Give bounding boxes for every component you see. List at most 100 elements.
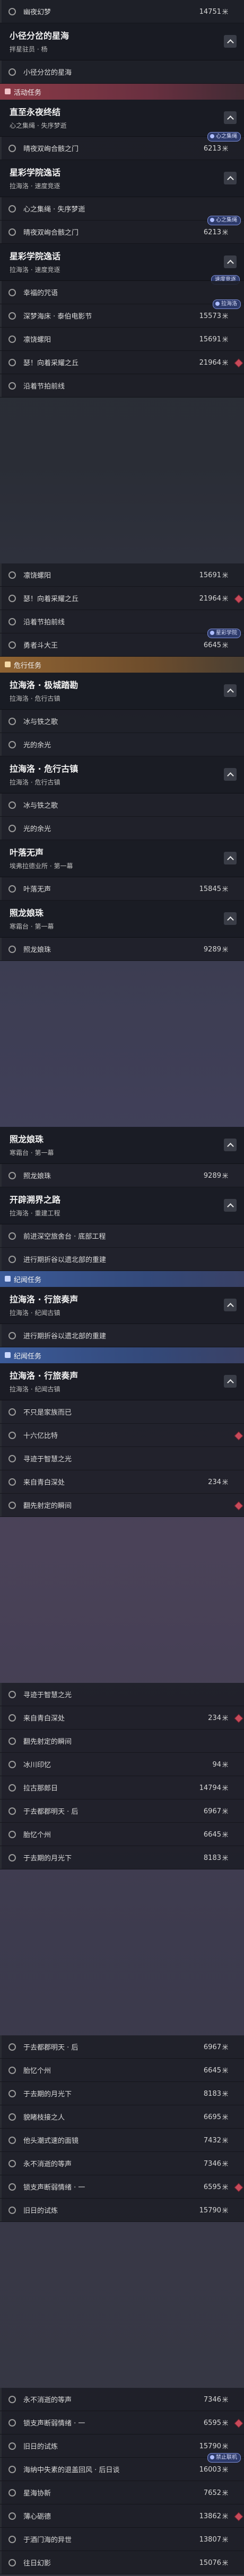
track-circle-icon[interactable]	[8, 824, 16, 832]
quest-entry[interactable]: 貌睹枝接之人 6695 米	[0, 2105, 244, 2129]
track-circle-icon[interactable]	[8, 228, 16, 236]
chevron-up-icon[interactable]	[224, 852, 237, 864]
quest-group-header[interactable]: 拉海洛 · 行旅奏声 拉海洛 · 纪闻古镇	[0, 1363, 244, 1400]
quest-entry[interactable]: 来自青白深处 234 米	[0, 1706, 244, 1730]
quest-entry[interactable]: 心之集绳 · 失序梦逝	[0, 197, 244, 220]
chevron-up-icon[interactable]	[224, 768, 237, 781]
quest-category-header[interactable]: 纪闻任务	[0, 1347, 244, 1363]
track-circle-icon[interactable]	[8, 801, 16, 809]
quest-entry[interactable]: 于去期的月光下 8183 米	[0, 1846, 244, 1869]
chevron-up-icon[interactable]	[224, 111, 237, 124]
quest-entry[interactable]: 薄心砺德 13862 米	[0, 2504, 244, 2528]
quest-entry[interactable]: 翻先射定的瞬间	[0, 1730, 244, 1753]
quest-entry[interactable]: 光的余光	[0, 733, 244, 756]
quest-entry[interactable]: 前进深空旅舍台 · 底部工程	[0, 1224, 244, 1248]
track-circle-icon[interactable]	[8, 1232, 16, 1240]
quest-group-header[interactable]: 拉海洛 · 危行古镇 拉海洛 · 危行古镇	[0, 756, 244, 793]
track-circle-icon[interactable]	[8, 945, 16, 953]
quest-entry[interactable]: 锁支声断弱情绪 · 一 6595 米	[0, 2175, 244, 2199]
track-circle-icon[interactable]	[8, 1760, 16, 1768]
track-circle-icon[interactable]	[8, 717, 16, 725]
track-circle-icon[interactable]	[8, 1454, 16, 1462]
quest-entry[interactable]: 沿着节拍前线	[0, 374, 244, 398]
track-circle-icon[interactable]	[8, 641, 16, 649]
track-circle-icon[interactable]	[8, 594, 16, 602]
track-circle-icon[interactable]	[8, 335, 16, 343]
quest-entry[interactable]: 旧日的试炼 15790 米	[0, 2434, 244, 2458]
track-circle-icon[interactable]	[8, 1255, 16, 1263]
quest-entry[interactable]: 晴夜双峋合骸之门 6213 米 心之集绳	[0, 132, 244, 160]
quest-entry[interactable]: 不只是家族而已	[0, 1400, 244, 1424]
track-circle-icon[interactable]	[8, 1807, 16, 1815]
track-circle-icon[interactable]	[8, 2183, 16, 2191]
track-circle-icon[interactable]	[8, 2395, 16, 2403]
quest-group-header[interactable]: 照龙娘珠 寒霜台 · 第一幕	[0, 901, 244, 938]
chevron-up-icon[interactable]	[224, 1375, 237, 1388]
chevron-up-icon[interactable]	[224, 172, 237, 184]
quest-entry[interactable]: 往日幻影 15076 米	[0, 2551, 244, 2574]
quest-entry[interactable]: 照龙娘珠 9289 米	[0, 938, 244, 961]
track-circle-icon[interactable]	[8, 2442, 16, 2450]
track-circle-icon[interactable]	[8, 1431, 16, 1439]
track-circle-icon[interactable]	[8, 1501, 16, 1509]
quest-entry[interactable]: 深梦海床 · 泰伯电影节 15573 米 拉海洛	[0, 299, 244, 328]
track-circle-icon[interactable]	[8, 205, 16, 213]
quest-group-header[interactable]: 星彩学院逸话 拉海洛 · 速度竞逐 速度竞逐	[0, 244, 244, 285]
quest-group-header[interactable]: 照龙娘珠 寒霜台 · 第一幕	[0, 1127, 244, 1164]
track-circle-icon[interactable]	[8, 740, 16, 748]
track-circle-icon[interactable]	[8, 2465, 16, 2473]
quest-entry[interactable]: 照龙娘珠 9289 米	[0, 1164, 244, 1187]
quest-group-header[interactable]: 拉海洛 · 行旅奏声 拉海洛 · 纪闻古镇	[0, 1287, 244, 1324]
track-circle-icon[interactable]	[8, 2419, 16, 2427]
chevron-up-icon[interactable]	[224, 35, 237, 48]
track-circle-icon[interactable]	[8, 2535, 16, 2543]
track-circle-icon[interactable]	[8, 2512, 16, 2520]
quest-entry[interactable]: 勇者斗大王 6645 米 星彩学院	[0, 629, 244, 657]
track-circle-icon[interactable]	[8, 617, 16, 625]
quest-group-header[interactable]: 开辟溯界之路 拉海洛 · 重建工程	[0, 1187, 244, 1224]
quest-entry[interactable]: 胎忆个州 6645 米	[0, 2059, 244, 2082]
quest-entry[interactable]: 瑟！向着采耀之丘 21964 米	[0, 587, 244, 610]
quest-entry[interactable]: 旧日的试炼 15790 米	[0, 2199, 244, 2222]
chevron-up-icon[interactable]	[224, 1199, 237, 1212]
track-circle-icon[interactable]	[8, 1171, 16, 1179]
quest-entry[interactable]: 进行期折谷以遗北部的重建	[0, 1248, 244, 1271]
quest-category-header[interactable]: 危行任务	[0, 657, 244, 673]
quest-entry[interactable]: 寻迹于智慧之光	[0, 1447, 244, 1470]
quest-entry[interactable]: 海纳中失素的退盖回风 · 后日谈 16003 米 禁止联机	[0, 2453, 244, 2481]
quest-entry[interactable]: 光的余光	[0, 817, 244, 840]
track-circle-icon[interactable]	[8, 1854, 16, 1862]
track-circle-icon[interactable]	[8, 1331, 16, 1339]
chevron-up-icon[interactable]	[224, 684, 237, 697]
quest-entry[interactable]: 于酒门海的异世 13807 米	[0, 2528, 244, 2551]
track-circle-icon[interactable]	[8, 1714, 16, 1722]
quest-entry[interactable]: 叶落无声 15845 米	[0, 877, 244, 901]
quest-entry[interactable]: 小径分岔的星海	[0, 60, 244, 84]
track-circle-icon[interactable]	[8, 312, 16, 320]
track-circle-icon[interactable]	[8, 7, 16, 15]
track-circle-icon[interactable]	[8, 68, 16, 76]
quest-entry[interactable]: 拉古那郎日 14794 米	[0, 1776, 244, 1799]
track-circle-icon[interactable]	[8, 2136, 16, 2144]
quest-entry[interactable]: 凛饶螺阳 15691 米	[0, 563, 244, 587]
track-circle-icon[interactable]	[8, 382, 16, 390]
track-circle-icon[interactable]	[8, 144, 16, 152]
quest-entry[interactable]: 于去期的月光下 8183 米	[0, 2082, 244, 2105]
track-circle-icon[interactable]	[8, 2206, 16, 2214]
track-circle-icon[interactable]	[8, 358, 16, 366]
quest-group-header[interactable]: 直至永夜终结 心之集绳 · 失序梦逝	[0, 100, 244, 137]
chevron-up-icon[interactable]	[224, 912, 237, 925]
quest-category-header[interactable]: 活动任务	[0, 84, 244, 100]
track-circle-icon[interactable]	[8, 2089, 16, 2097]
quest-entry[interactable]: 瑟！向着采耀之丘 21964 米	[0, 351, 244, 374]
quest-entry[interactable]: 永不消逝的等声 7346 米	[0, 2152, 244, 2175]
quest-entry[interactable]: 冰川印忆 94 米	[0, 1753, 244, 1776]
quest-entry[interactable]: 进行期折谷以遗北部的重建	[0, 1324, 244, 1347]
track-circle-icon[interactable]	[8, 1478, 16, 1486]
quest-entry[interactable]: 冰与铁之歌	[0, 710, 244, 733]
quest-entry[interactable]: 永不消逝的等声 7346 米	[0, 2388, 244, 2411]
quest-entry[interactable]: 寻迹于智慧之光	[0, 1683, 244, 1706]
chevron-up-icon[interactable]	[224, 1139, 237, 1151]
quest-entry[interactable]: 幽夜幻梦 14751 米	[0, 0, 244, 23]
quest-entry[interactable]: 凛饶螺阳 15691 米	[0, 328, 244, 351]
